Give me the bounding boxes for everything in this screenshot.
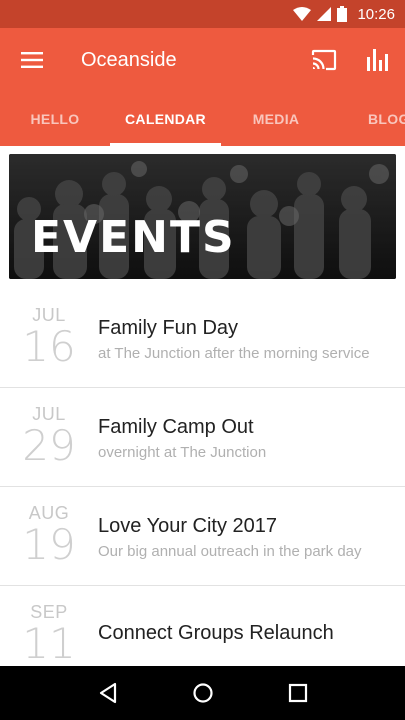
tab-media[interactable]: MEDIA (221, 92, 331, 146)
event-subtitle: Our big annual outreach in the park day (98, 543, 362, 560)
event-subtitle: overnight at The Junction (98, 444, 267, 461)
banner-title: EVENTS (31, 212, 236, 263)
menu-icon (21, 52, 43, 68)
app-bar: Oceanside (0, 28, 405, 92)
event-item[interactable]: AUG 19 Love Your City 2017 Our big annua… (0, 487, 405, 586)
app-title: Oceanside (81, 48, 177, 71)
status-time: 10:26 (357, 5, 395, 23)
battery-icon (337, 6, 348, 22)
chart-icon (367, 49, 388, 71)
tab-blog[interactable]: BLOG (331, 92, 405, 146)
event-day: 16 (22, 322, 76, 371)
home-icon (192, 683, 213, 703)
event-day: 11 (22, 619, 76, 668)
status-bar: 10:26 (0, 0, 405, 28)
tab-bar: HELLO CALENDAR MEDIA BLOG (0, 92, 405, 146)
tab-hello[interactable]: HELLO (0, 92, 110, 146)
cast-icon (311, 49, 337, 71)
back-button[interactable] (83, 666, 133, 720)
recents-icon (288, 683, 307, 703)
recents-button[interactable] (273, 666, 323, 720)
stats-button[interactable] (351, 28, 405, 92)
event-title: Family Camp Out (98, 416, 254, 438)
event-title: Family Fun Day (98, 317, 239, 339)
menu-button[interactable] (0, 28, 64, 92)
events-banner: EVENTS (9, 154, 396, 279)
event-item[interactable]: JUL 29 Family Camp Out overnight at The … (0, 388, 405, 487)
cast-button[interactable] (297, 28, 351, 92)
wifi-icon (293, 7, 312, 21)
signal-icon (317, 7, 332, 21)
event-title: Connect Groups Relaunch (98, 622, 334, 644)
back-icon (99, 682, 116, 704)
tab-calendar[interactable]: CALENDAR (110, 92, 221, 146)
home-button[interactable] (178, 666, 228, 720)
event-item[interactable]: JUL 16 Family Fun Day at The Junction af… (0, 289, 405, 388)
event-title: Love Your City 2017 (98, 515, 278, 537)
event-day: 29 (22, 421, 76, 470)
event-subtitle: at The Junction after the morning servic… (98, 345, 370, 362)
tab-indicator (110, 143, 221, 146)
event-day: 19 (22, 520, 76, 569)
system-nav-bar (0, 666, 405, 720)
event-list: JUL 16 Family Fun Day at The Junction af… (0, 289, 405, 685)
